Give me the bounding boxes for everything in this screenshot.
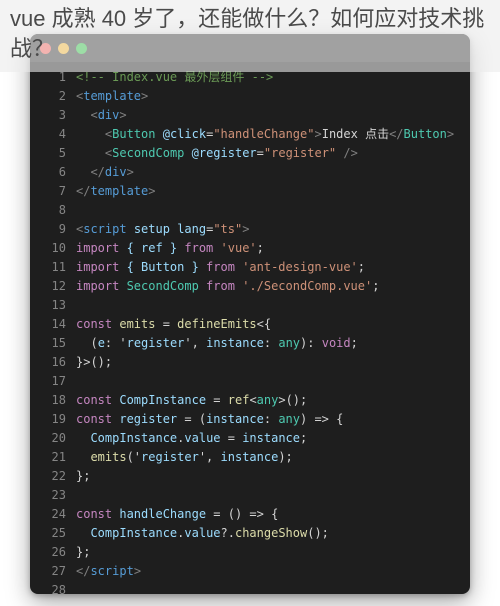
code-line: <div> — [76, 106, 462, 125]
code-line — [76, 296, 462, 315]
code-line: CompInstance.value = instance; — [76, 429, 462, 448]
line-number: 5 — [30, 144, 66, 163]
line-number: 24 — [30, 505, 66, 524]
code-area: 1234567891011121314151617181920212223242… — [30, 62, 470, 594]
code-line: <script setup lang="ts"> — [76, 220, 462, 239]
line-number: 14 — [30, 315, 66, 334]
code-line: </div> — [76, 163, 462, 182]
line-number: 3 — [30, 106, 66, 125]
code-line: import SecondComp from './SecondComp.vue… — [76, 277, 462, 296]
line-number: 11 — [30, 258, 66, 277]
code-line: const handleChange = () => { — [76, 505, 462, 524]
code-line: (e: 'register', instance: any): void; — [76, 334, 462, 353]
line-number: 6 — [30, 163, 66, 182]
article-title: vue 成熟 40 岁了，还能做什么？如何应对技术挑战？ — [0, 0, 500, 72]
line-number: 13 — [30, 296, 66, 315]
code-line: <Button @click="handleChange">Index 点击</… — [76, 125, 462, 144]
code-line: const CompInstance = ref<any>(); — [76, 391, 462, 410]
code-line: import { Button } from 'ant-design-vue'; — [76, 258, 462, 277]
line-number-gutter: 1234567891011121314151617181920212223242… — [30, 68, 76, 594]
code-line: const register = (instance: any) => { — [76, 410, 462, 429]
line-number: 19 — [30, 410, 66, 429]
line-number: 12 — [30, 277, 66, 296]
line-number: 9 — [30, 220, 66, 239]
code-line — [76, 486, 462, 505]
line-number: 22 — [30, 467, 66, 486]
line-number: 21 — [30, 448, 66, 467]
code-line: }; — [76, 543, 462, 562]
code-line: }>(); — [76, 353, 462, 372]
code-line — [76, 201, 462, 220]
code-content: <!-- Index.vue 最外层组件 --><template> <div>… — [76, 68, 470, 594]
line-number: 4 — [30, 125, 66, 144]
code-line: emits('register', instance); — [76, 448, 462, 467]
code-editor-window: 1234567891011121314151617181920212223242… — [30, 34, 470, 594]
code-line: <SecondComp @register="register" /> — [76, 144, 462, 163]
line-number: 16 — [30, 353, 66, 372]
code-line: <template> — [76, 87, 462, 106]
line-number: 10 — [30, 239, 66, 258]
line-number: 17 — [30, 372, 66, 391]
line-number: 18 — [30, 391, 66, 410]
line-number: 26 — [30, 543, 66, 562]
code-line: </template> — [76, 182, 462, 201]
code-line: const emits = defineEmits<{ — [76, 315, 462, 334]
line-number: 7 — [30, 182, 66, 201]
line-number: 28 — [30, 581, 66, 594]
code-line — [76, 372, 462, 391]
line-number: 20 — [30, 429, 66, 448]
line-number: 25 — [30, 524, 66, 543]
code-line — [76, 581, 462, 594]
code-line: CompInstance.value?.changeShow(); — [76, 524, 462, 543]
line-number: 27 — [30, 562, 66, 581]
line-number: 2 — [30, 87, 66, 106]
code-line: }; — [76, 467, 462, 486]
code-line: import { ref } from 'vue'; — [76, 239, 462, 258]
line-number: 8 — [30, 201, 66, 220]
line-number: 23 — [30, 486, 66, 505]
line-number: 15 — [30, 334, 66, 353]
code-line: </script> — [76, 562, 462, 581]
